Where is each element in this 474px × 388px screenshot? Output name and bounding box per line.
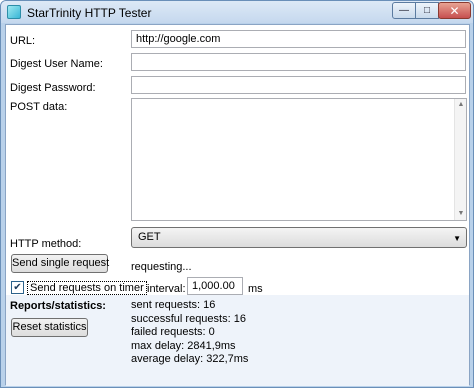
post-data-scrollbar[interactable]: ▲ ▼ <box>454 99 466 220</box>
statistics-list: sent requests: 16 successful requests: 1… <box>131 299 248 367</box>
close-button[interactable]: ✕ <box>438 2 471 19</box>
scroll-down-icon[interactable]: ▼ <box>457 210 465 218</box>
reset-statistics-button[interactable]: Reset statistics <box>11 318 88 337</box>
maximize-button[interactable]: □ <box>415 2 439 19</box>
close-icon: ✕ <box>449 3 460 18</box>
post-data-textarea[interactable]: ▲ ▼ <box>131 98 467 221</box>
stat-max-delay: max delay: 2841,9ms <box>131 339 236 352</box>
app-window: StarTrinity HTTP Tester — □ ✕ URL: http:… <box>0 0 474 388</box>
interval-unit: ms <box>248 283 263 295</box>
app-icon <box>7 5 21 19</box>
stat-failed-requests: failed requests: 0 <box>131 326 215 338</box>
minimize-icon: — <box>399 5 409 16</box>
interval-label: interval: <box>147 283 186 295</box>
http-method-value: GET <box>138 231 161 243</box>
interval-input[interactable]: 1,000.00 <box>187 277 243 295</box>
minimize-button[interactable]: — <box>392 2 416 19</box>
http-method-select[interactable]: GET ▼ <box>131 227 467 248</box>
url-input[interactable]: http://google.com <box>131 30 466 48</box>
url-label: URL: <box>10 35 36 47</box>
reports-heading: Reports/statistics: <box>10 300 106 312</box>
password-label: Digest Password: <box>10 82 96 94</box>
user-name-label: Digest User Name: <box>10 58 103 70</box>
http-method-label: HTTP method: <box>10 238 82 250</box>
title-bar[interactable]: StarTrinity HTTP Tester — □ ✕ <box>1 1 473 23</box>
checkmark-icon: ✔ <box>13 282 22 293</box>
request-status-text: requesting... <box>131 261 192 273</box>
send-single-request-button[interactable]: Send single request <box>11 254 109 273</box>
maximize-icon: □ <box>423 5 431 16</box>
timer-checkbox[interactable]: ✔ <box>11 281 24 294</box>
scroll-up-icon[interactable]: ▲ <box>457 101 465 109</box>
user-name-input[interactable] <box>131 53 466 71</box>
password-input[interactable] <box>131 76 466 94</box>
stat-sent-requests: sent requests: 16 <box>131 299 216 311</box>
main-panel: URL: http://google.com Digest User Name:… <box>5 24 470 386</box>
chevron-down-icon: ▼ <box>453 234 461 243</box>
timer-checkbox-label[interactable]: Send requests on timer <box>27 281 147 295</box>
post-data-label: POST data: <box>10 101 68 113</box>
stat-average-delay: average delay: 322,7ms <box>131 353 249 365</box>
window-title: StarTrinity HTTP Tester <box>27 6 152 20</box>
stat-successful-requests: successful requests: 16 <box>131 312 246 325</box>
